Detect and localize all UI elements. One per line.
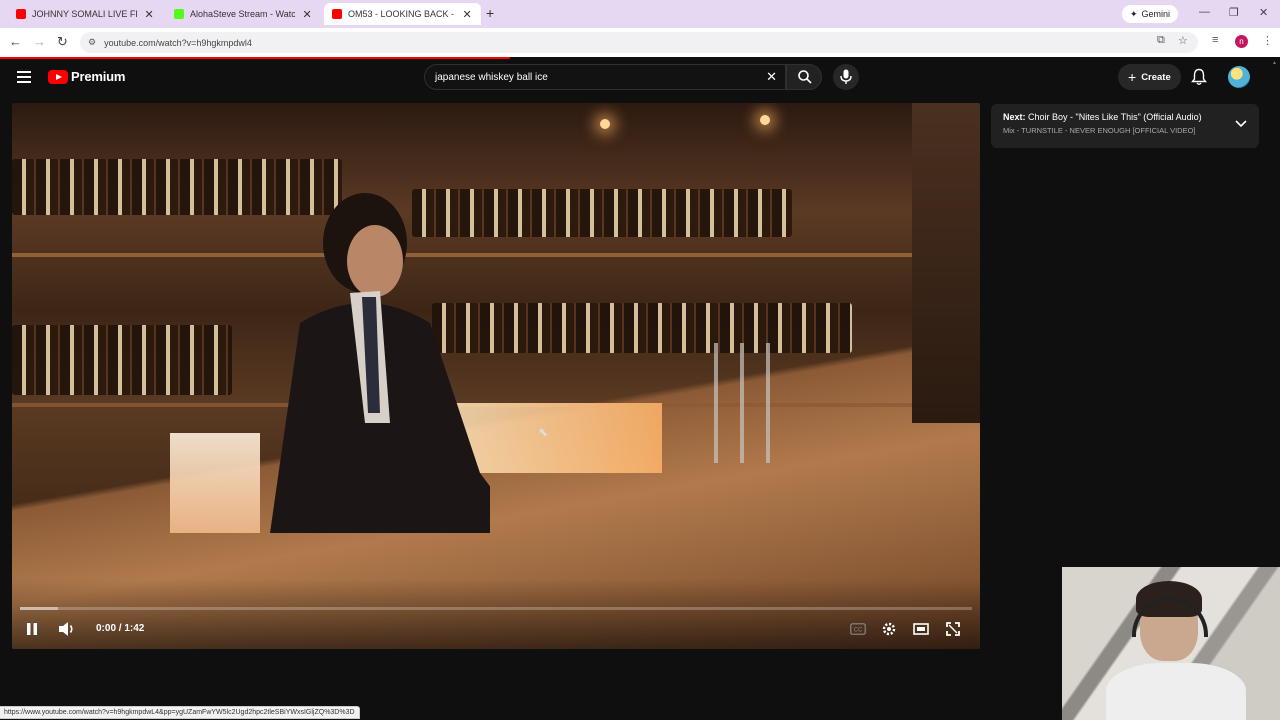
plus-icon: + — [1128, 69, 1137, 85]
video-frame-beer-taps — [702, 343, 782, 463]
search-icon — [798, 70, 812, 84]
browser-tab-1[interactable]: JOHNNY SOMALI LIVE FROM IC ✕ — [8, 3, 163, 25]
video-player[interactable]: ⬉ 0:00 / 1:42 CC — [12, 103, 980, 649]
close-tab-icon[interactable]: ✕ — [461, 8, 473, 21]
site-info-icon[interactable]: ⚙ — [88, 37, 96, 48]
youtube-premium-logo[interactable]: Premium — [48, 69, 125, 84]
voice-search-button[interactable] — [833, 64, 859, 90]
seek-bar[interactable] — [20, 607, 972, 610]
browser-tab-2[interactable]: AlohaSteve Stream - Watch Live ✕ — [166, 3, 321, 25]
video-frame-wall — [912, 103, 980, 423]
youtube-header: Premium japanese whiskey ball ice ✕ + Cr… — [0, 59, 1280, 97]
theater-mode-icon — [913, 623, 929, 635]
buffered-progress — [20, 607, 59, 610]
youtube-favicon-icon — [332, 9, 342, 19]
tab-title: JOHNNY SOMALI LIVE FROM IC — [32, 9, 137, 19]
fullscreen-button[interactable] — [944, 620, 962, 638]
search-query: japanese whiskey ball ice — [435, 71, 548, 83]
tab-title: AlohaSteve Stream - Watch Live — [190, 9, 296, 19]
browser-profile-avatar[interactable]: n — [1235, 35, 1248, 48]
clear-search-icon[interactable]: ✕ — [766, 69, 777, 85]
notifications-bell-icon[interactable] — [1191, 68, 1207, 86]
browser-toolbar: ← → ↻ ⚙ youtube.com/watch?v=h9hgkmpdwl4 … — [0, 28, 1280, 57]
create-label: Create — [1141, 71, 1171, 83]
video-frame-bottles — [432, 303, 852, 353]
youtube-play-logo-icon — [48, 69, 68, 84]
youtube-favicon-icon — [16, 9, 26, 19]
search-button[interactable] — [786, 64, 822, 90]
theater-mode-button[interactable] — [912, 620, 930, 638]
account-avatar[interactable] — [1228, 66, 1250, 88]
fullscreen-icon — [946, 622, 960, 636]
browser-tab-3-active[interactable]: OM53 - LOOKING BACK - OFFI ✕ — [324, 3, 481, 25]
minimize-window-icon[interactable]: — — [1199, 6, 1210, 18]
subtitles-button[interactable]: CC — [850, 620, 866, 638]
controls-gradient — [12, 579, 980, 649]
browser-tab-strip: JOHNNY SOMALI LIVE FROM IC ✕ AlohaSteve … — [0, 0, 1280, 28]
up-next-title-line: Next: Choir Boy - "Nites Like This" (Off… — [1003, 112, 1247, 122]
restore-window-icon[interactable]: ❐ — [1229, 6, 1239, 19]
forward-arrow-icon[interactable]: → — [33, 34, 46, 49]
webcam-person-body — [1106, 663, 1246, 720]
up-next-card[interactable]: Next: Choir Boy - "Nites Like This" (Off… — [991, 104, 1259, 148]
address-url: youtube.com/watch?v=h9hgkmpdwl4 — [104, 37, 252, 48]
gemini-label: Gemini — [1141, 9, 1171, 19]
up-next-title: Choir Boy - "Nites Like This" (Official … — [1028, 112, 1202, 122]
gear-icon — [882, 622, 896, 636]
browser-menu-icon[interactable]: ⋮ — [1262, 34, 1273, 47]
close-tab-icon[interactable]: ✕ — [301, 8, 313, 21]
media-controls-icon[interactable]: ≡ — [1212, 34, 1218, 46]
close-tab-icon[interactable]: ✕ — [143, 8, 155, 21]
microphone-icon — [840, 69, 852, 84]
guide-menu-icon[interactable] — [17, 71, 31, 86]
new-tab-button[interactable]: + — [486, 5, 494, 21]
mouse-cursor-icon: ⬉ — [538, 425, 549, 439]
video-frame-lamp — [760, 115, 770, 125]
bookmark-star-icon[interactable]: ☆ — [1178, 34, 1188, 47]
volume-icon — [59, 622, 73, 636]
logo-text: Premium — [71, 69, 126, 84]
reload-icon[interactable]: ↻ — [57, 34, 68, 50]
chevron-down-icon[interactable] — [1235, 120, 1247, 128]
pause-button[interactable] — [24, 620, 40, 638]
link-preview-status: https://www.youtube.com/watch?v=h9hgkmpd… — [0, 706, 360, 719]
up-next-prefix: Next: — [1003, 112, 1026, 122]
video-frame-lamp — [600, 119, 610, 129]
search-input[interactable]: japanese whiskey ball ice ✕ — [424, 64, 786, 90]
pause-icon — [27, 623, 37, 635]
streamer-webcam-overlay — [1062, 567, 1280, 720]
back-arrow-icon[interactable]: ← — [9, 34, 22, 49]
mute-button[interactable] — [58, 620, 76, 638]
svg-text:CC: CC — [854, 628, 863, 634]
gemini-button[interactable]: ✦ Gemini — [1122, 5, 1179, 23]
create-button[interactable]: + Create — [1118, 64, 1181, 90]
address-bar[interactable]: ⚙ youtube.com/watch?v=h9hgkmpdwl4 — [80, 32, 1198, 53]
settings-button[interactable] — [880, 620, 898, 638]
kick-favicon-icon — [174, 9, 184, 19]
install-app-icon[interactable]: ⧉ — [1157, 34, 1165, 47]
close-window-icon[interactable]: ✕ — [1259, 6, 1268, 19]
time-display: 0:00 / 1:42 — [96, 623, 145, 634]
video-frame-bartender — [270, 193, 490, 533]
tab-title: OM53 - LOOKING BACK - OFFI — [348, 9, 455, 19]
video-frame-bottles — [12, 325, 232, 395]
up-next-playlist: Mix - TURNSTILE - NEVER ENOUGH [OFFICIAL… — [1003, 126, 1196, 135]
gemini-sparkle-icon: ✦ — [1130, 8, 1138, 19]
closed-captions-icon: CC — [850, 623, 866, 635]
